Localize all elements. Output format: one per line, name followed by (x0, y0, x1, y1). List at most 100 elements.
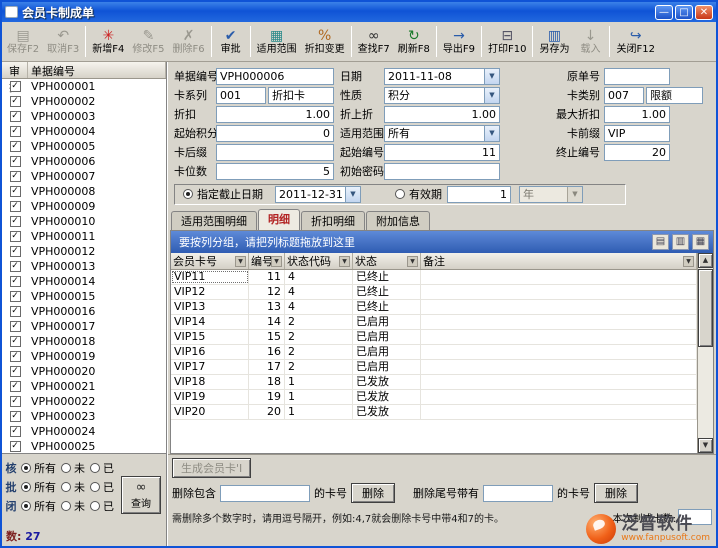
approval-checkbox[interactable]: ✓ (10, 246, 21, 257)
chevron-down-icon[interactable]: ▼ (345, 187, 360, 202)
card-type-field[interactable]: 007 (604, 87, 644, 104)
radio-deadline[interactable] (183, 189, 193, 199)
approval-checkbox[interactable]: ✓ (10, 411, 21, 422)
approval-checkbox[interactable]: ✓ (10, 171, 21, 182)
doc-list-row[interactable]: ✓VPH000014 (2, 274, 166, 289)
grid-row[interactable]: VIP16162已启用 (171, 345, 697, 360)
doc-list-row[interactable]: ✓VPH000024 (2, 424, 166, 439)
grid-row[interactable]: VIP12124已终止 (171, 285, 697, 300)
doc-list-row[interactable]: ✓VPH000004 (2, 124, 166, 139)
maximize-button[interactable]: □ (675, 5, 693, 20)
approve-column-header[interactable]: 审批 (2, 62, 28, 78)
password-field[interactable] (384, 163, 500, 180)
doc-list-row[interactable]: ✓VPH000020 (2, 364, 166, 379)
filter-dropdown-icon[interactable]: ▼ (683, 256, 694, 267)
scroll-down-icon[interactable]: ▼ (698, 438, 713, 453)
generate-cards-button[interactable]: 生成会员卡'I (172, 458, 251, 478)
delete-contains-button[interactable]: 删除 (351, 483, 395, 503)
grid-column-header[interactable]: 会员卡号▼ (171, 253, 249, 269)
approval-checkbox[interactable]: ✓ (10, 186, 21, 197)
scroll-up-icon[interactable]: ▲ (698, 253, 713, 268)
doc-list-row[interactable]: ✓VPH000001 (2, 79, 166, 94)
approval-checkbox[interactable]: ✓ (10, 351, 21, 362)
doc-list-row[interactable]: ✓VPH000013 (2, 259, 166, 274)
grid-column-header[interactable]: 状态▼ (353, 253, 421, 269)
date-combo[interactable]: 2011-11-08 ▼ (384, 68, 500, 85)
approval-checkbox[interactable]: ✓ (10, 381, 21, 392)
approval-checkbox[interactable]: ✓ (10, 126, 21, 137)
filter-radio[interactable] (21, 501, 31, 511)
delete-tail-input[interactable] (483, 485, 553, 502)
digits-field[interactable]: 5 (216, 163, 334, 180)
doc-list-row[interactable]: ✓VPH000017 (2, 319, 166, 334)
filter-radio[interactable] (90, 501, 100, 511)
tab-detail[interactable]: 明细 (258, 209, 300, 230)
approval-checkbox[interactable]: ✓ (10, 426, 21, 437)
approval-checkbox[interactable]: ✓ (10, 396, 21, 407)
filter-dropdown-icon[interactable]: ▼ (339, 256, 350, 267)
copy-icon[interactable]: ▤ (652, 234, 669, 250)
doc-list-row[interactable]: ✓VPH000003 (2, 109, 166, 124)
chevron-down-icon[interactable]: ▼ (484, 88, 499, 103)
approval-checkbox[interactable]: ✓ (10, 321, 21, 332)
tab-discount-detail[interactable]: 折扣明细 (301, 211, 365, 230)
filter-dropdown-icon[interactable]: ▼ (407, 256, 418, 267)
grid-icon[interactable]: ▦ (692, 234, 709, 250)
filter-radio[interactable] (61, 463, 71, 473)
doc-list-row[interactable]: ✓VPH000021 (2, 379, 166, 394)
grid-row[interactable]: VIP11114已终止 (171, 270, 697, 285)
approval-checkbox[interactable]: ✓ (10, 441, 21, 452)
grid-column-header[interactable]: 备注▼ (421, 253, 697, 269)
validity-value-field[interactable]: 1 (447, 186, 511, 203)
approval-checkbox[interactable]: ✓ (10, 306, 21, 317)
card-series-field[interactable]: 001 (216, 87, 266, 104)
approval-checkbox[interactable]: ✓ (10, 201, 21, 212)
chevron-down-icon[interactable]: ▼ (484, 126, 499, 141)
discount-field[interactable]: 1.00 (216, 106, 334, 123)
doc-list-row[interactable]: ✓VPH000023 (2, 409, 166, 424)
doc-list-row[interactable]: ✓VPH000012 (2, 244, 166, 259)
grid-column-header[interactable]: 状态代码▼ (285, 253, 353, 269)
close-button[interactable]: ✕ (695, 5, 713, 20)
approval-checkbox[interactable]: ✓ (10, 231, 21, 242)
tab-additional-info[interactable]: 附加信息 (366, 211, 430, 230)
toolbar-button-approve[interactable]: ✔审批 (214, 23, 248, 60)
doc-list-row[interactable]: ✓VPH000002 (2, 94, 166, 109)
filter-radio[interactable] (21, 463, 31, 473)
doc-list-row[interactable]: ✓VPH000010 (2, 214, 166, 229)
doc-list-row[interactable]: ✓VPH000022 (2, 394, 166, 409)
toolbar-button-discount-change[interactable]: %折扣变更 (301, 23, 349, 60)
approval-checkbox[interactable]: ✓ (10, 156, 21, 167)
approval-checkbox[interactable]: ✓ (10, 276, 21, 287)
doc-list-row[interactable]: ✓VPH000005 (2, 139, 166, 154)
approval-checkbox[interactable]: ✓ (10, 96, 21, 107)
grid-row[interactable]: VIP17172已启用 (171, 360, 697, 375)
doc-no-column-header[interactable]: 单据编号 (28, 62, 166, 78)
doc-list-row[interactable]: ✓VPH000006 (2, 154, 166, 169)
scrollbar-thumb[interactable] (698, 269, 713, 347)
filter-dropdown-icon[interactable]: ▼ (235, 256, 246, 267)
toolbar-button-scope[interactable]: ▦适用范围 (253, 23, 301, 60)
filter-radio[interactable] (61, 501, 71, 511)
deadline-date-combo[interactable]: 2011-12-31 ▼ (275, 186, 361, 203)
toolbar-button-new[interactable]: ✳新增F4 (88, 23, 128, 60)
query-button[interactable]: ∞ 查询 (121, 476, 161, 514)
chevron-down-icon[interactable]: ▼ (484, 69, 499, 84)
toolbar-button-close-form[interactable]: ↪关闭F12 (612, 23, 658, 60)
filter-radio[interactable] (90, 482, 100, 492)
approval-checkbox[interactable]: ✓ (10, 366, 21, 377)
approval-checkbox[interactable]: ✓ (10, 81, 21, 92)
layout-icon[interactable]: ▥ (672, 234, 689, 250)
filter-radio[interactable] (61, 482, 71, 492)
toolbar-button-print[interactable]: ⊟打印F10 (484, 23, 530, 60)
grid-row[interactable]: VIP13134已终止 (171, 300, 697, 315)
delete-contains-input[interactable] (220, 485, 310, 502)
doc-list-row[interactable]: ✓VPH000007 (2, 169, 166, 184)
filter-radio[interactable] (90, 463, 100, 473)
approval-checkbox[interactable]: ✓ (10, 261, 21, 272)
grid-row[interactable]: VIP20201已发放 (171, 405, 697, 420)
approval-checkbox[interactable]: ✓ (10, 336, 21, 347)
approval-checkbox[interactable]: ✓ (10, 216, 21, 227)
end-no-field[interactable]: 20 (604, 144, 670, 161)
scope-combo[interactable]: 所有 ▼ (384, 125, 500, 142)
